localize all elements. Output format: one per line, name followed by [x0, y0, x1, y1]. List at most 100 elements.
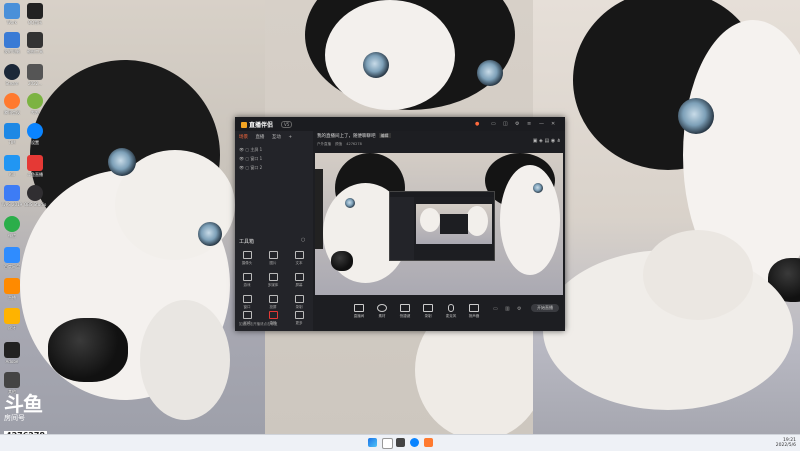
tool-media[interactable]: 多媒体 [262, 273, 284, 288]
netdisk-icon [4, 247, 20, 263]
assets-icon [377, 304, 387, 312]
speaker-button[interactable]: 扬声器 [464, 304, 484, 319]
scene-label: 主屏 1 [250, 147, 263, 152]
room-edit-button[interactable]: 编辑 [378, 133, 391, 138]
toolbox-settings-icon[interactable]: ○ [301, 237, 305, 243]
tool-image[interactable]: 图片 [262, 251, 284, 266]
stats-icon[interactable]: ▥ [505, 306, 510, 312]
dog-muzzle [466, 206, 488, 236]
tool-label: 文本 [295, 261, 303, 265]
file-icon [27, 64, 43, 80]
tool-game[interactable]: 游戏 [236, 273, 258, 288]
desktop-icon-huya[interactable]: 虎牙 [1, 308, 23, 330]
tool-camera[interactable]: 摄像头 [236, 251, 258, 266]
tool-screen[interactable]: 屏幕 [288, 273, 310, 288]
tab-add[interactable]: + [288, 135, 292, 140]
room-button[interactable]: 直播间 [349, 304, 369, 319]
chat-icon[interactable]: ▤ [545, 138, 550, 144]
menu-icon[interactable]: ≡ [527, 121, 531, 127]
tool-cast[interactable]: 投屏 [262, 295, 284, 310]
desktop-icon-misc[interactable]: 其他 [1, 372, 23, 394]
adobe-icon [4, 342, 20, 358]
tab-interact[interactable]: 互动 [272, 134, 281, 140]
bell-icon[interactable]: ◉ [551, 138, 555, 144]
message-icon[interactable]: ▭ [491, 121, 496, 127]
meeting-icon [4, 93, 20, 109]
dog-eye [108, 148, 136, 176]
desktop-icon-work[interactable]: Work [1, 3, 23, 25]
desktop-icon-tim[interactable]: TIM [1, 123, 23, 145]
gear-icon[interactable]: ⚙ [517, 306, 521, 312]
settings-icon [27, 123, 43, 139]
camera-tool-icon [242, 251, 252, 259]
desktop-icon-obs[interactable]: OBS Studio [24, 185, 46, 207]
tool-text[interactable]: 文本 [288, 251, 310, 266]
scene-item[interactable]: 👁 ▢ 窗口 1 [239, 156, 262, 162]
bottom-label: 素材 [378, 314, 386, 318]
system-tray[interactable]: 19:21 2022/5/6 [776, 438, 796, 448]
tissue [643, 230, 753, 320]
desktop-icon-wps[interactable]: WPS 2019 [1, 185, 23, 207]
desktop-icon-netdisk[interactable]: 百度网盘 [1, 247, 23, 269]
hotkey-button[interactable]: 快捷键 [395, 304, 415, 319]
desktop-icon-wechat[interactable]: 微信 [1, 216, 23, 238]
room-icon [354, 304, 364, 312]
fire-icon[interactable]: ● [475, 121, 479, 127]
desktop-icon-meeting[interactable]: 腾讯会议 [1, 93, 23, 115]
camera-icon[interactable]: ▭ [493, 306, 498, 312]
room-tag[interactable]: 颜值 [335, 142, 342, 146]
room-tag[interactable]: 户外直播 [317, 142, 331, 146]
recursive-sidebar [390, 197, 414, 260]
desktop-icon-settings[interactable]: 设置 [24, 123, 46, 145]
assets-button[interactable]: 素材 [372, 304, 392, 319]
task-view-icon[interactable] [396, 438, 405, 447]
tool-record[interactable]: 录制 [288, 295, 310, 310]
bottom-label: 直播间 [353, 314, 365, 318]
stream-preview[interactable] [315, 153, 563, 295]
streaming-app-taskbar-icon[interactable] [424, 438, 433, 447]
skin-icon[interactable]: ◫ [503, 121, 508, 127]
start-live-button[interactable]: 开始直播 [531, 304, 559, 312]
close-icon[interactable]: ✕ [551, 121, 555, 127]
clock-date: 2022/5/6 [775, 443, 796, 448]
desktop-icon-snip[interactable]: 截图工具 [24, 32, 46, 54]
wechat-icon [4, 216, 20, 232]
streaming-app-window: 直播伴侣 V5 ● ▭ ◫ ⚙ ≡ — ✕ 场景 直播 互动 + 👁 ▢ 主屏 … [235, 117, 565, 331]
desktop-icon-music[interactable]: QQ音乐 [24, 3, 46, 25]
tab-live[interactable]: 直播 [255, 134, 264, 140]
minimize-icon[interactable]: — [539, 121, 544, 127]
bottom-label: 快捷键 [399, 314, 411, 318]
repair-notice[interactable]: 如遇无法开播请点击修复 [239, 322, 278, 327]
dog-eye [198, 222, 222, 246]
desktop-icon-steam[interactable]: Steam [1, 64, 23, 86]
desktop-icon-kill[interactable]: Kill [1, 155, 23, 177]
mic-button[interactable]: 麦克风 [441, 304, 461, 319]
tool-more[interactable]: 更多 [288, 311, 310, 326]
scene-item[interactable]: 👁 ▢ 窗口 2 [239, 165, 262, 171]
desktop-icon-computer[interactable]: 我的电脑 [1, 32, 23, 54]
desktop-icon-file[interactable]: 2022... [24, 64, 46, 86]
link-icon[interactable]: ⋔ [557, 138, 561, 144]
douyu-icon [27, 155, 43, 171]
record-icon [423, 304, 433, 312]
record-button[interactable]: 录制 [418, 304, 438, 319]
bottom-label: 麦克风 [445, 314, 457, 318]
desktop-icon-douyu[interactable]: 斗鱼直播 [24, 155, 46, 177]
search-icon[interactable] [382, 438, 393, 449]
scene-tabs: 场景 直播 互动 + [239, 134, 298, 140]
tool-window[interactable]: 窗口 [236, 295, 258, 310]
recursive-app-preview [389, 191, 495, 261]
desktop-icon-live[interactable]: 直播 [1, 278, 23, 300]
tab-scene[interactable]: 场景 [239, 134, 248, 140]
share-icon[interactable]: ◈ [539, 138, 543, 144]
folder-icon [4, 3, 20, 19]
settings-icon[interactable]: ⚙ [515, 121, 519, 127]
edge-icon[interactable] [410, 438, 419, 447]
dog-eye [363, 52, 389, 78]
app-titlebar[interactable]: 直播伴侣 V5 ● ▭ ◫ ⚙ ≡ — ✕ [235, 117, 565, 131]
gift-icon[interactable]: ▣ [533, 138, 538, 144]
desktop-icon-adobe[interactable]: Adobe [1, 342, 23, 364]
desktop-icon-bili[interactable]: 哔哩 [24, 93, 46, 115]
windows-start-icon[interactable] [368, 438, 377, 447]
scene-item[interactable]: 👁 ▢ 主屏 1 [239, 147, 262, 153]
